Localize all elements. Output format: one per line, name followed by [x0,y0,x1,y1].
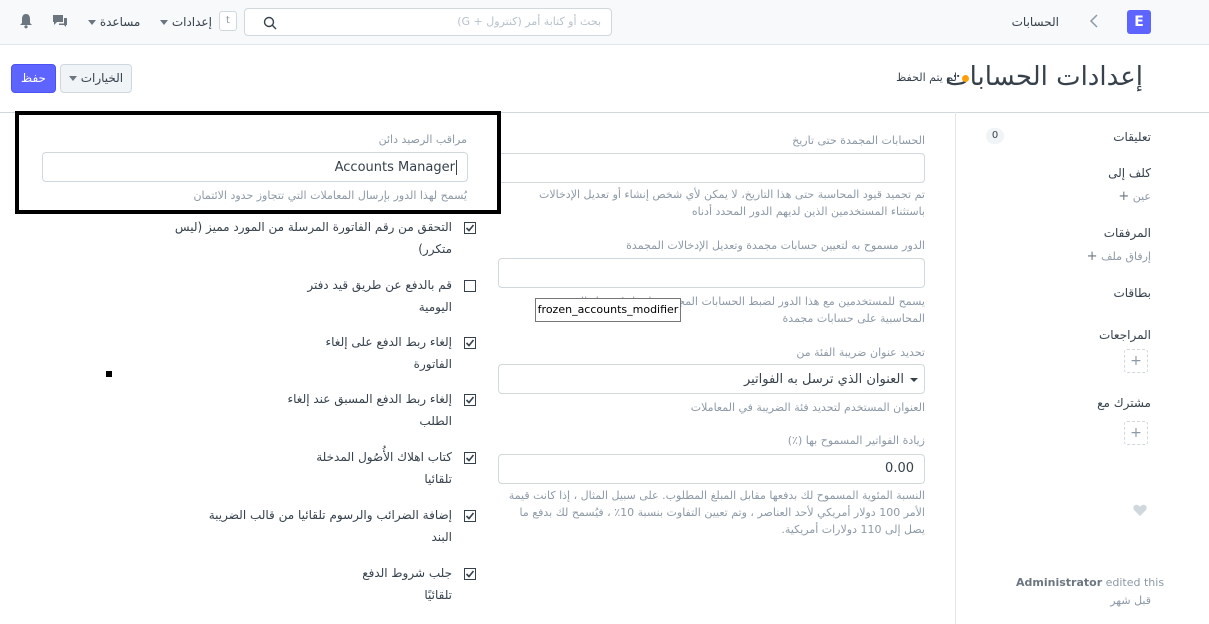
editor-action: edited this [1105,576,1165,589]
settings-menu[interactable]: إعدادات [160,15,212,29]
checkmark-icon [465,454,475,462]
caret-down-icon [68,76,77,81]
comments-label: تعليقات [1113,130,1151,144]
checkbox[interactable] [464,510,476,522]
search-placeholder: بحث أو كتابة أمر (كنترول + G) [457,15,601,28]
unsaved-indicator-dot [962,75,969,82]
plus-icon: + [1118,189,1130,204]
checkmark-icon [465,512,475,520]
frozen-date-description: تم تجميد قيود المحاسبة حتى هذا التاريخ، … [539,188,925,218]
breadcrumb[interactable]: الحسابات [1012,15,1059,29]
checkbox-label: إضافة الضرائب والرسوم تلقائيا من قالب ال… [208,508,452,522]
attach-file-link[interactable]: إرفاق ملف + [1087,249,1151,264]
checkmark-icon [465,224,475,232]
shortcut-key-badge: t [219,11,237,31]
checkbox-label-line2: تلقائيًا [424,588,452,602]
overbilling-description: النسبة المئوية المسموح لك بدفعها مقابل ا… [508,489,925,536]
checkbox-label: كتاب اهلاك الأُصُول المدخلة [316,450,452,464]
field-name-tooltip: frozen_accounts_modifier [535,298,681,322]
tax-address-value: العنوان الذي ترسل به الفواتير [743,372,904,387]
page-title: إعدادات الحسابات [945,62,1143,92]
options-button[interactable]: الخيارات [60,64,132,93]
edited-time: قبل شهر [1110,594,1151,607]
checkbox[interactable] [464,222,476,234]
overbilling-input[interactable]: 0.00 [498,454,925,484]
editor-name: Administrator [1016,576,1103,589]
checkbox-label: جلب شروط الدفع [362,566,452,580]
attach-file-label: إرفاق ملف [1101,250,1151,263]
comments-count-badge: 0 [986,128,1004,144]
save-button[interactable]: حفظ [11,64,56,93]
checkmark-icon [465,570,475,578]
assigned-to-label: كلف إلى [1108,166,1151,180]
unsaved-status: لم يتم الحفظ [896,71,957,84]
checkbox-label-line2: اليومية [418,300,452,314]
checkbox[interactable] [464,568,476,580]
sidebar-divider [955,112,956,624]
bell-icon[interactable] [19,13,33,29]
options-button-label: الخيارات [80,71,124,85]
tax-address-description: العنوان المستخدم لتحديد فئة الضريبة في ا… [690,401,925,414]
search-bar[interactable]: بحث أو كتابة أمر (كنترول + G) [244,8,612,36]
checkbox-label-line2: البند [431,530,452,544]
caret-down-icon [160,20,168,25]
help-menu[interactable]: مساعدة [88,15,140,29]
plus-icon: + [1086,249,1098,264]
checkbox[interactable] [464,394,476,406]
heart-icon[interactable] [1133,504,1147,517]
search-icon [263,16,277,30]
select-arrow-icon [910,378,918,382]
checkbox-label: إلغاء ربط الدفع على إلغاء [325,335,453,349]
add-review-button[interactable]: + [1124,349,1148,373]
overbilling-value: 0.00 [885,461,914,476]
assign-link-label: عين [1132,190,1151,203]
checkbox-label-line2: الطلب [419,414,452,428]
checkbox[interactable] [464,337,476,349]
checkmark-icon [465,396,475,404]
last-edited-by: Administrator edited this [1016,576,1164,589]
app-logo[interactable]: E [1127,10,1151,34]
checkbox-label-line2: متكرر) [418,242,452,256]
help-menu-label: مساعدة [99,15,141,29]
cursor-marker [106,371,112,377]
chevron-left-icon [1089,14,1098,28]
checkbox[interactable] [464,452,476,464]
caret-down-icon [88,20,96,25]
checkbox-label-line2: تلقائيا [424,472,452,486]
frozen-date-input[interactable] [498,153,925,183]
add-share-button[interactable]: + [1124,421,1148,445]
overbilling-label: زيادة الفواتير المسموح بها (٪) [787,434,925,447]
frozen-role-input[interactable] [498,258,925,288]
frozen-role-label: الدور مسموح به لتعيين حسابات مجمدة وتعدي… [626,239,925,252]
checkbox[interactable] [464,280,476,292]
tax-address-select[interactable]: العنوان الذي ترسل به الفواتير [498,364,925,394]
tags-label[interactable]: بطاقات [1113,286,1151,300]
reviews-label: المراجعات [1098,328,1151,342]
frozen-date-label: الحسابات المجمدة حتى تاريخ [792,134,925,147]
assign-link[interactable]: عين + [1118,189,1151,204]
settings-menu-label: إعدادات [171,15,212,29]
shared-with-label: مشترك مع [1097,396,1151,410]
tax-address-label: تحديد عنوان ضريبة الفئة من [796,346,925,359]
checkbox-label-line2: الفاتورة [413,357,452,371]
checkbox-label: قم بالدفع عن طريق قيد دفتر [307,278,452,292]
checkbox-label: إلغاء ربط الدفع المسبق عند إلغاء [287,392,452,406]
checkbox-label: التحقق من رقم الفاتورة المرسلة من المورد… [174,220,452,234]
attachments-label: المرفقات [1103,226,1151,240]
chat-icon[interactable] [52,13,68,29]
checkmark-icon [465,339,475,347]
highlight-frame [15,111,501,214]
